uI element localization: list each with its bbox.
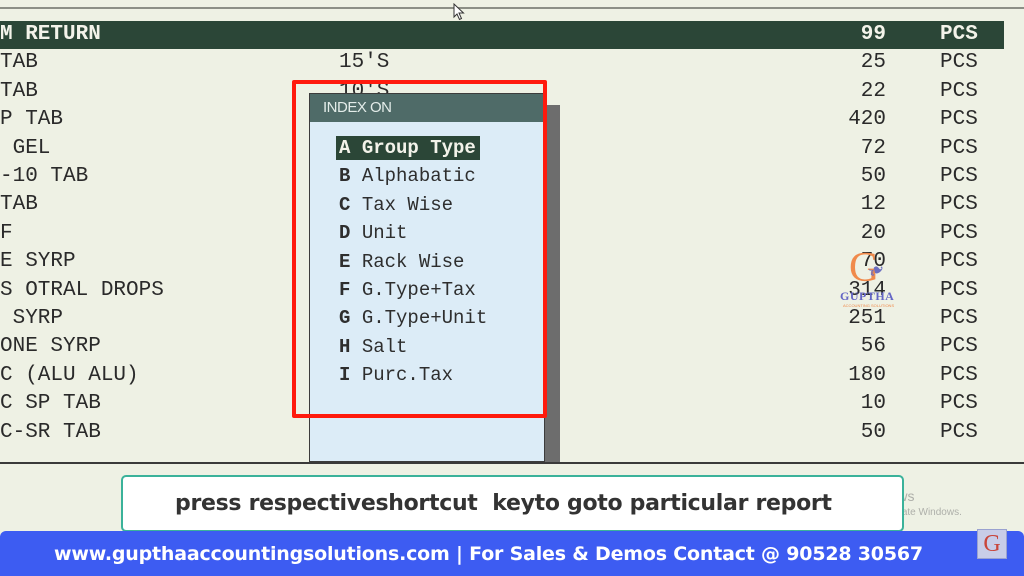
corner-logo-icon: G: [977, 529, 1007, 559]
report-row-selected[interactable]: M RETURN 99 PCS: [0, 21, 1004, 49]
item-qty: 22: [860, 79, 886, 103]
item-qty: 50: [860, 420, 886, 444]
item-unit: PCS: [940, 420, 978, 444]
item-name: E SYRP: [0, 250, 76, 274]
item-unit: PCS: [940, 108, 978, 132]
logo-subtitle: ACCOUNTING SOLUTIONS: [843, 303, 895, 308]
report-bottom-border: [0, 462, 1024, 464]
item-name: S OTRAL DROPS: [0, 278, 164, 302]
item-unit: PCS: [940, 363, 978, 387]
item-unit: PCS: [940, 221, 978, 245]
item-unit: PCS: [940, 23, 978, 46]
item-qty: 420: [848, 108, 886, 132]
item-unit: PCS: [940, 193, 978, 217]
item-qty: 12: [860, 193, 886, 217]
item-name: C SP TAB: [0, 392, 101, 416]
item-name: -10 TAB: [0, 165, 89, 188]
item-name: TAB: [0, 51, 38, 75]
item-unit: PCS: [940, 278, 978, 302]
item-name: ONE SYRP: [0, 335, 101, 359]
item-qty: 56: [860, 335, 886, 359]
footer-banner: www.gupthaaccountingsolutions.com | For …: [0, 531, 1024, 576]
item-qty: 72: [860, 136, 886, 160]
item-name: GEL: [0, 136, 51, 160]
report-row[interactable]: TAB 15'S 25 PCS: [0, 49, 1004, 77]
item-name: F: [0, 221, 13, 245]
tutorial-caption: press respectiveshortcut keyto goto part…: [121, 475, 904, 532]
item-name: TAB: [0, 193, 38, 217]
item-unit: PCS: [940, 392, 978, 416]
item-qty: 10: [860, 392, 886, 416]
item-name: SYRP: [0, 307, 64, 330]
mouse-cursor-icon: [453, 3, 465, 21]
window-top-border: [0, 7, 1024, 9]
item-unit: PCS: [940, 136, 978, 160]
item-qty: 50: [860, 165, 886, 188]
item-name: P TAB: [0, 108, 64, 132]
item-qty: 25: [860, 51, 886, 75]
item-name: C-SR TAB: [0, 420, 101, 444]
item-unit: PCS: [940, 250, 978, 274]
red-highlight-annotation: [292, 80, 547, 418]
item-name: C (ALU ALU): [0, 363, 139, 387]
logo-brand: GUPTHA: [840, 289, 895, 303]
guptha-watermark-logo: G ❧ GUPTHA ACCOUNTING SOLUTIONS: [840, 245, 904, 312]
item-unit: PCS: [940, 165, 978, 188]
item-name: M RETURN: [0, 23, 101, 46]
item-unit: PCS: [940, 51, 978, 75]
item-pack: 15'S: [339, 51, 390, 75]
item-qty: 180: [848, 363, 886, 387]
item-unit: PCS: [940, 79, 978, 103]
item-unit: PCS: [940, 307, 978, 330]
item-unit: PCS: [940, 335, 978, 359]
item-qty: 99: [860, 23, 886, 46]
item-name: TAB: [0, 79, 38, 103]
